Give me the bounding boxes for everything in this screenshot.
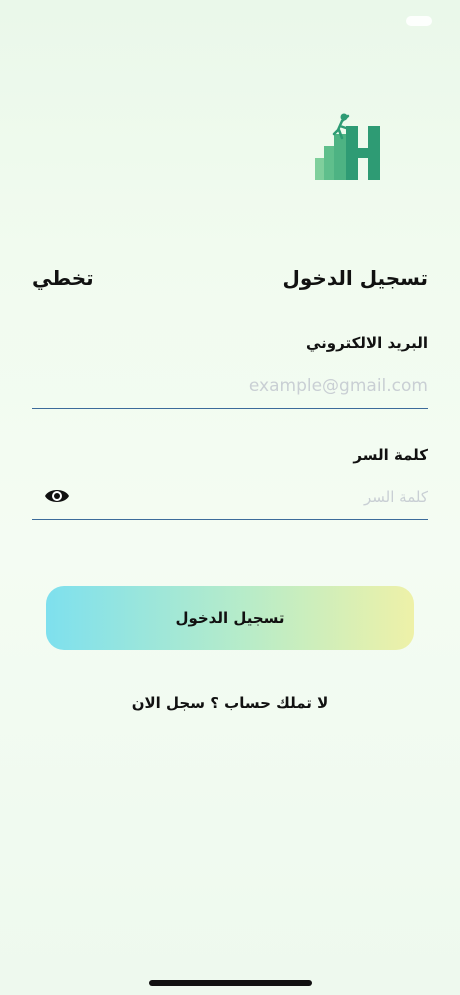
home-indicator xyxy=(149,980,312,986)
skip-link[interactable]: تخطي xyxy=(32,266,94,290)
email-field[interactable] xyxy=(32,364,428,408)
eye-icon[interactable] xyxy=(44,486,70,506)
battery-icon xyxy=(406,16,432,26)
app-logo xyxy=(315,113,380,180)
status-bar xyxy=(0,0,460,44)
login-button[interactable]: تسجيل الدخول xyxy=(46,586,414,650)
password-label: كلمة السر xyxy=(353,446,428,464)
register-link[interactable]: لا تملك حساب ؟ سجل الان xyxy=(0,694,460,712)
title-row: تسجيل الدخول تخطي xyxy=(32,266,428,300)
email-label: البريد الالكتروني xyxy=(306,334,428,352)
page-title: تسجيل الدخول xyxy=(282,266,428,290)
password-field-container xyxy=(32,475,428,520)
password-field[interactable] xyxy=(32,475,428,519)
email-field-container xyxy=(32,364,428,409)
